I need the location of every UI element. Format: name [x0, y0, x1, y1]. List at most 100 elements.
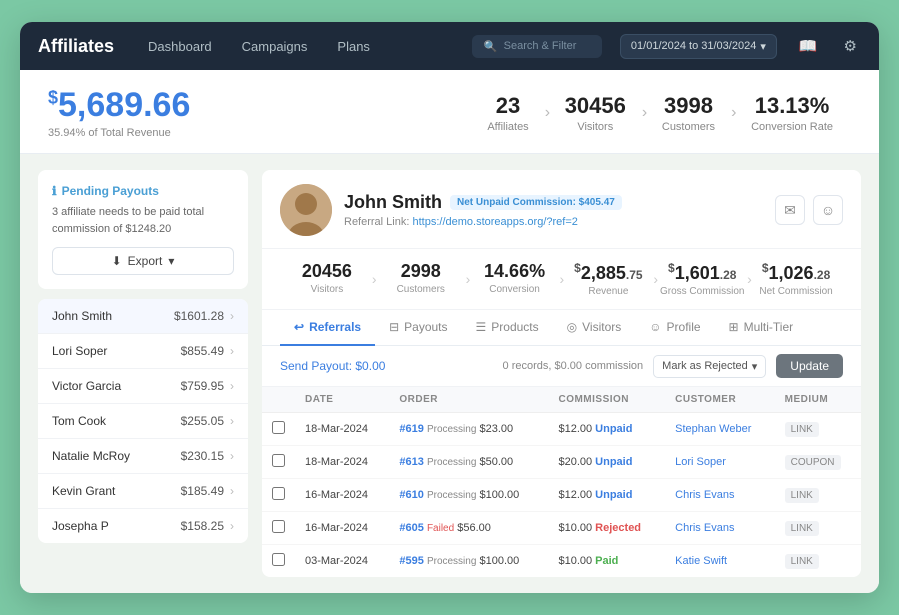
- row-medium: LINK: [775, 413, 861, 446]
- row-customer: Chris Evans: [665, 479, 774, 512]
- customer-link[interactable]: Katie Swift: [675, 555, 727, 567]
- affiliate-item[interactable]: Josepha P $158.25 ›: [38, 509, 248, 543]
- row-date: 03-Mar-2024: [295, 545, 389, 578]
- app-title: Affiliates: [38, 36, 114, 57]
- affiliate-header: John Smith Net Unpaid Commission: $405.4…: [262, 170, 861, 249]
- chevron-right-icon: ›: [230, 484, 234, 498]
- stat-gross-commission: $1,601.28 Gross Commission: [655, 261, 749, 297]
- stat-visitors: 30456 Visitors: [547, 93, 644, 133]
- affiliate-item[interactable]: Victor Garcia $759.95 ›: [38, 369, 248, 404]
- row-date: 18-Mar-2024: [295, 446, 389, 479]
- referral-url[interactable]: https://demo.storeapps.org/?ref=2: [412, 216, 577, 228]
- gear-icon[interactable]: ⚙: [840, 35, 861, 57]
- order-link[interactable]: #619: [399, 423, 423, 435]
- tab-profile[interactable]: ☺ Profile: [635, 310, 714, 346]
- download-icon: ⬇: [112, 254, 122, 268]
- main-stat: $5,689.66 35.94% of Total Revenue: [48, 86, 248, 139]
- row-checkbox[interactable]: [262, 545, 295, 578]
- payouts-icon: ⊟: [389, 320, 399, 334]
- table-toolbar: Send Payout: $0.00 0 records, $0.00 comm…: [262, 346, 861, 387]
- order-link[interactable]: #613: [399, 456, 423, 468]
- row-checkbox[interactable]: [262, 446, 295, 479]
- row-checkbox[interactable]: [262, 479, 295, 512]
- table-row: 16-Mar-2024 #610 Processing $100.00 $12.…: [262, 479, 861, 512]
- stat-revenue: $2,885.75 Revenue: [561, 261, 655, 297]
- email-button[interactable]: ✉: [775, 195, 805, 225]
- row-order: #595 Processing $100.00: [389, 545, 548, 578]
- profile-button[interactable]: ☺: [813, 195, 843, 225]
- stat-affiliates: 23 Affiliates: [469, 93, 546, 133]
- tab-visitors[interactable]: ◎ Visitors: [553, 310, 636, 346]
- book-icon[interactable]: 📖: [795, 35, 822, 57]
- stat-customers: 2998 Customers: [374, 261, 468, 297]
- row-checkbox[interactable]: [262, 413, 295, 446]
- chevron-right-icon: ›: [230, 309, 234, 323]
- tab-referrals[interactable]: ↩ Referrals: [280, 310, 375, 346]
- row-customer: Chris Evans: [665, 512, 774, 545]
- main-stat-value: $5,689.66: [48, 86, 248, 125]
- row-commission: $10.00 Rejected: [548, 512, 665, 545]
- affiliate-item[interactable]: Natalie McRoy $230.15 ›: [38, 439, 248, 474]
- tab-products[interactable]: ☰ Products: [462, 310, 553, 346]
- currency-symbol: $: [48, 88, 58, 108]
- affiliate-info: John Smith Net Unpaid Commission: $405.4…: [344, 192, 763, 228]
- row-customer: Stephan Weber: [665, 413, 774, 446]
- pending-desc: 3 affiliate needs to be paid total commi…: [52, 204, 234, 237]
- nav-plans[interactable]: Plans: [331, 35, 376, 58]
- order-header: ORDER: [389, 387, 548, 413]
- row-commission: $12.00 Unpaid: [548, 479, 665, 512]
- order-link[interactable]: #595: [399, 555, 423, 567]
- medium-header: MEDIUM: [775, 387, 861, 413]
- chevron-down-icon: ▾: [168, 254, 174, 268]
- referrals-table: DATE ORDER COMMISSION CUSTOMER MEDIUM 18…: [262, 387, 861, 577]
- customer-link[interactable]: Lori Soper: [675, 456, 726, 468]
- affiliate-item[interactable]: Lori Soper $855.49 ›: [38, 334, 248, 369]
- affiliate-name: John Smith Net Unpaid Commission: $405.4…: [344, 192, 763, 213]
- chevron-down-icon: ▾: [760, 40, 766, 53]
- row-date: 16-Mar-2024: [295, 512, 389, 545]
- pending-payouts-box: ℹ Pending Payouts 3 affiliate needs to b…: [38, 170, 248, 289]
- chevron-right-icon: ›: [230, 519, 234, 533]
- customer-link[interactable]: Chris Evans: [675, 489, 734, 501]
- mark-as-select[interactable]: Mark as Rejected ▾: [653, 355, 766, 378]
- check-header: [262, 387, 295, 413]
- pending-title: ℹ Pending Payouts: [52, 184, 234, 198]
- affiliate-list: John Smith $1601.28 › Lori Soper $855.49…: [38, 299, 248, 543]
- main-stat-sub: 35.94% of Total Revenue: [48, 127, 248, 139]
- search-box[interactable]: 🔍 Search & Filter: [472, 35, 602, 58]
- affiliate-item[interactable]: John Smith $1601.28 ›: [38, 299, 248, 334]
- order-link[interactable]: #605: [399, 522, 423, 534]
- update-button[interactable]: Update: [776, 354, 843, 378]
- profile-icon: ☺: [649, 320, 661, 334]
- stats-bar: $5,689.66 35.94% of Total Revenue 23 Aff…: [20, 70, 879, 154]
- customer-link[interactable]: Stephan Weber: [675, 423, 751, 435]
- row-order: #613 Processing $50.00: [389, 446, 548, 479]
- send-payout-link[interactable]: Send Payout: $0.00: [280, 359, 385, 373]
- nav-dashboard[interactable]: Dashboard: [142, 35, 218, 58]
- tab-payouts[interactable]: ⊟ Payouts: [375, 310, 461, 346]
- tab-multitier[interactable]: ⊞ Multi-Tier: [715, 310, 808, 346]
- stat-customers: 3998 Customers: [644, 93, 733, 133]
- date-range-picker[interactable]: 01/01/2024 to 31/03/2024 ▾: [620, 34, 777, 59]
- chevron-right-icon: ›: [230, 449, 234, 463]
- export-button[interactable]: ⬇ Export ▾: [52, 247, 234, 275]
- customer-header: CUSTOMER: [665, 387, 774, 413]
- header-actions: ✉ ☺: [775, 195, 843, 225]
- date-range-value: 01/01/2024 to 31/03/2024: [631, 40, 756, 52]
- multitier-icon: ⊞: [729, 320, 739, 334]
- row-commission: $12.00 Unpaid: [548, 413, 665, 446]
- table-row: 18-Mar-2024 #619 Processing $23.00 $12.0…: [262, 413, 861, 446]
- chevron-down-icon: ▾: [752, 360, 758, 373]
- affiliate-item[interactable]: Kevin Grant $185.49 ›: [38, 474, 248, 509]
- row-checkbox[interactable]: [262, 512, 295, 545]
- row-date: 18-Mar-2024: [295, 413, 389, 446]
- order-link[interactable]: #610: [399, 489, 423, 501]
- row-commission: $20.00 Unpaid: [548, 446, 665, 479]
- row-date: 16-Mar-2024: [295, 479, 389, 512]
- customer-link[interactable]: Chris Evans: [675, 522, 734, 534]
- affiliate-item[interactable]: Tom Cook $255.05 ›: [38, 404, 248, 439]
- date-header: DATE: [295, 387, 389, 413]
- tabs-row: ↩ Referrals ⊟ Payouts ☰ Products ◎ Visit…: [262, 310, 861, 346]
- unpaid-commission-badge: Net Unpaid Commission: $405.47: [450, 195, 622, 210]
- nav-campaigns[interactable]: Campaigns: [236, 35, 314, 58]
